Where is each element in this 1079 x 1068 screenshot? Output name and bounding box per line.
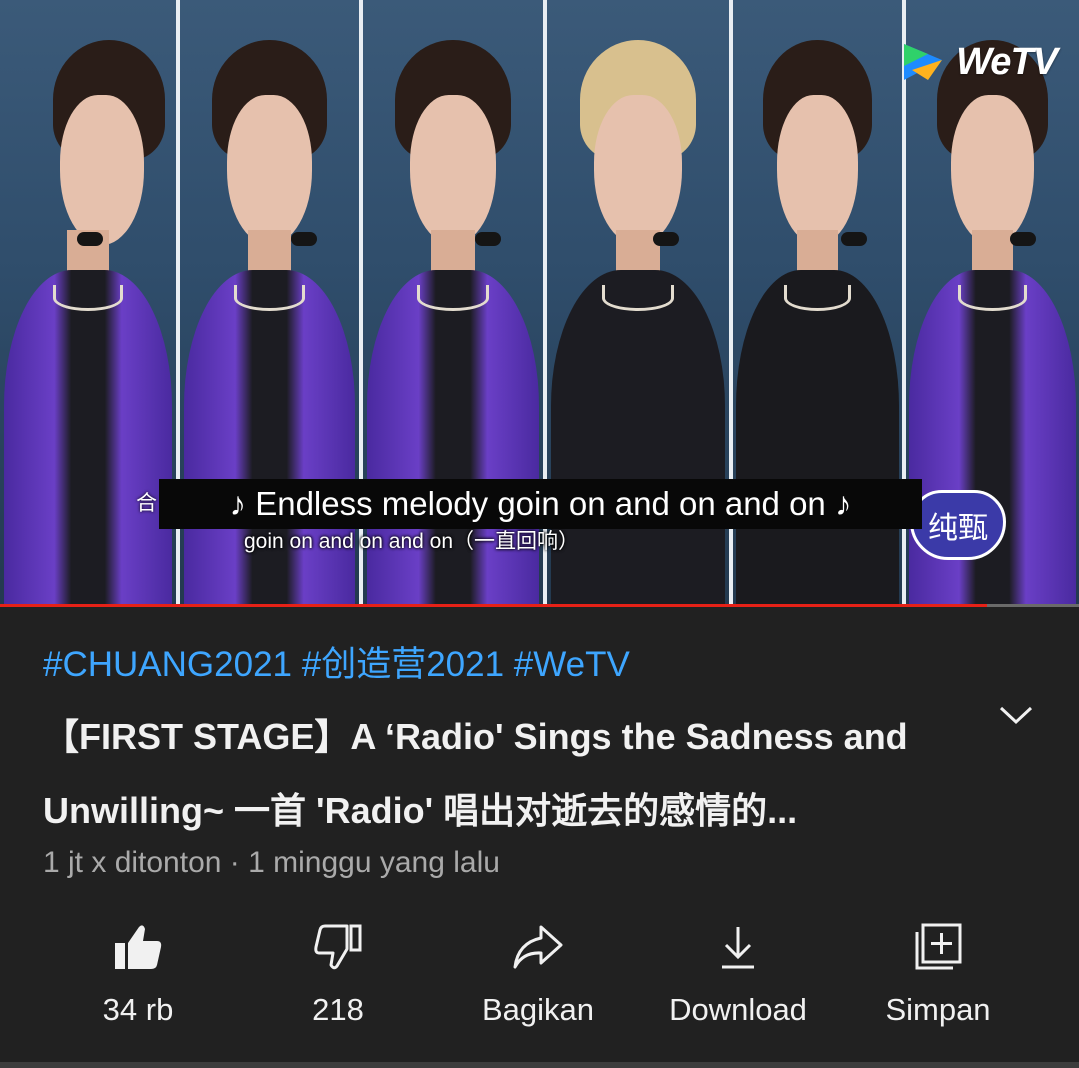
- burned-subtitle-fragment: 合: [136, 492, 157, 515]
- hashtag-links[interactable]: #CHUANG2021 #创造营2021 #WeTV: [43, 636, 630, 687]
- like-count: 34 rb: [102, 992, 174, 1027]
- share-button[interactable]: Bagikan: [438, 920, 638, 1040]
- download-icon: [722, 927, 754, 969]
- chevron-down-icon[interactable]: [997, 700, 1035, 730]
- view-count-and-date: 1 jt x ditonton · 1 minggu yang lalu: [43, 846, 500, 879]
- progress-bar-fill: [0, 604, 988, 607]
- save-label: Simpan: [885, 992, 991, 1027]
- wetv-watermark-text: WeTV: [956, 40, 1058, 83]
- share-label: Bagikan: [481, 992, 595, 1027]
- share-icon: [513, 925, 563, 969]
- sponsor-heart-badge: 纯甄: [910, 490, 1006, 560]
- wetv-logo-icon: [904, 44, 943, 80]
- thumbs-up-icon: [115, 925, 162, 969]
- like-button[interactable]: 34 rb: [38, 920, 238, 1040]
- closed-caption: ♪ Endless melody goin on and on and on ♪: [159, 479, 922, 529]
- progress-bar[interactable]: [0, 604, 1079, 607]
- add-to-playlist-icon: [915, 923, 962, 970]
- action-bar: 34 rb 218 Bagikan Download Simpan: [38, 920, 1048, 1040]
- dislike-button[interactable]: 218: [238, 920, 438, 1040]
- thumbs-down-icon: [314, 924, 362, 970]
- save-button[interactable]: Simpan: [838, 920, 1038, 1040]
- divider: [0, 1062, 1079, 1068]
- dislike-count: 218: [312, 992, 364, 1027]
- download-button[interactable]: Download: [638, 920, 838, 1040]
- video-player[interactable]: WeTV 合 goin on and on and on（一直回响） 纯甄 ♪ …: [0, 0, 1079, 607]
- burned-subtitle: goin on and on and on（一直回响）: [244, 530, 580, 553]
- video-title[interactable]: 【FIRST STAGE】A ‘Radio' Sings the Sadness…: [43, 700, 983, 848]
- download-label: Download: [669, 992, 807, 1027]
- video-watch-page: WeTV 合 goin on and on and on（一直回响） 纯甄 ♪ …: [0, 0, 1079, 1068]
- wetv-watermark: WeTV: [898, 40, 1058, 84]
